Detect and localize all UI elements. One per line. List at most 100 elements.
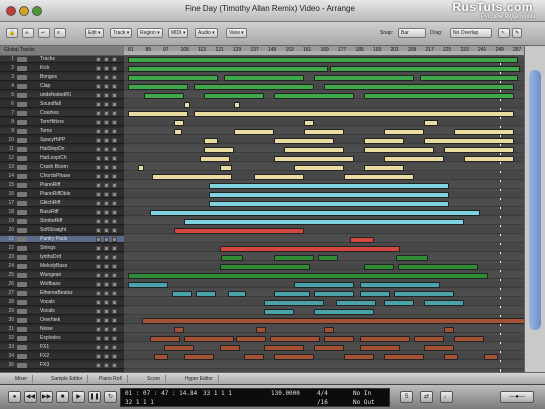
arrange-region[interactable]	[274, 156, 354, 162]
arrange-region[interactable]	[454, 336, 484, 342]
arrange-region[interactable]	[128, 57, 518, 63]
arrange-region[interactable]	[324, 84, 514, 90]
track-name[interactable]: StrobeRiff	[40, 218, 90, 224]
track-header[interactable]: 5 undefeated/Kl	[0, 92, 124, 99]
mute-button[interactable]	[96, 138, 101, 143]
track-name[interactable]: FX3	[40, 362, 90, 368]
track-header[interactable]: 13 Crash Boom	[0, 164, 124, 171]
track-header[interactable]: 8 TomHitters	[0, 119, 124, 126]
edit-menu[interactable]: Edit ▾	[85, 28, 104, 38]
record-arm-button[interactable]	[112, 336, 117, 341]
track-name[interactable]: Overhtek	[40, 317, 90, 323]
mute-button[interactable]	[96, 201, 101, 206]
track-name[interactable]: HatLoop/Ch	[40, 155, 90, 161]
record-arm-button[interactable]	[112, 273, 117, 278]
mute-button[interactable]	[96, 318, 101, 323]
track-header[interactable]: 32 Explodes	[0, 335, 124, 342]
record-arm-button[interactable]	[112, 138, 117, 143]
record-icon[interactable]: ●	[8, 391, 21, 403]
arrange-region[interactable]	[244, 354, 264, 360]
solo-button[interactable]	[104, 147, 109, 152]
vertical-scrollbar[interactable]	[524, 46, 545, 372]
track-name[interactable]: undefeated/Kl	[40, 92, 90, 98]
arrange-region[interactable]	[172, 291, 192, 297]
mute-button[interactable]	[96, 66, 101, 71]
arrange-region[interactable]	[236, 336, 266, 342]
arrange-region[interactable]	[394, 291, 454, 297]
solo-button[interactable]	[104, 138, 109, 143]
solo-button[interactable]	[104, 264, 109, 269]
solo-button[interactable]	[104, 156, 109, 161]
lock-icon[interactable]: 🔒	[6, 28, 18, 38]
track-header[interactable]: 19 StrobeRiff	[0, 218, 124, 225]
arrange-region[interactable]	[150, 210, 480, 216]
track-header[interactable]: 17 GlitchRiff	[0, 200, 124, 207]
track-name[interactable]: PianoRiffDble	[40, 191, 90, 197]
arrange-region[interactable]	[184, 354, 214, 360]
record-arm-button[interactable]	[112, 183, 117, 188]
track-header[interactable]: 31 Noise	[0, 326, 124, 333]
solo-button[interactable]	[104, 183, 109, 188]
track-header[interactable]: 24 MelodyBass	[0, 263, 124, 270]
bar-ruler[interactable]: 81 89 97 105 113 121 129 137 145 153 161 169 177 185 1…	[124, 46, 524, 56]
track-name[interactable]: Crashes	[40, 110, 90, 116]
mute-button[interactable]	[96, 219, 101, 224]
arrange-region[interactable]	[314, 291, 354, 297]
mute-button[interactable]	[96, 183, 101, 188]
arrange-region[interactable]	[444, 327, 454, 333]
record-arm-button[interactable]	[112, 318, 117, 323]
mute-button[interactable]	[96, 174, 101, 179]
solo-button[interactable]	[104, 111, 109, 116]
mute-button[interactable]	[96, 282, 101, 287]
arrange-region[interactable]	[174, 327, 184, 333]
mute-button[interactable]	[96, 246, 101, 251]
track-header[interactable]: 6 Soundfall	[0, 101, 124, 108]
solo-button[interactable]	[104, 354, 109, 359]
track-header[interactable]: 9 Toms	[0, 128, 124, 135]
track-name[interactable]: Clap	[40, 83, 90, 89]
bottom-button-hyper-editor[interactable]: Hyper Editor	[180, 375, 219, 383]
solo-button[interactable]	[104, 327, 109, 332]
arrange-region[interactable]	[220, 345, 240, 351]
record-arm-button[interactable]	[112, 57, 117, 62]
midi-menu[interactable]: MIDI ▾	[168, 28, 189, 38]
arrange-region[interactable]	[128, 84, 188, 90]
track-header[interactable]: 1 Tracks	[0, 56, 124, 63]
arrange-region[interactable]	[360, 282, 440, 288]
record-arm-button[interactable]	[112, 300, 117, 305]
mute-button[interactable]	[96, 336, 101, 341]
arrange-region[interactable]	[424, 138, 514, 144]
mute-button[interactable]	[96, 327, 101, 332]
arrange-region[interactable]	[344, 174, 414, 180]
arrange-region[interactable]	[204, 138, 218, 144]
arrange-region[interactable]	[234, 129, 274, 135]
record-arm-button[interactable]	[112, 210, 117, 215]
track-name[interactable]: GlitchRiff	[40, 200, 90, 206]
mute-button[interactable]	[96, 120, 101, 125]
arrange-region[interactable]	[164, 345, 194, 351]
audio-menu[interactable]: Audio ▾	[195, 28, 218, 38]
track-header[interactable]: 30 Overhtek	[0, 317, 124, 324]
record-arm-button[interactable]	[112, 309, 117, 314]
drag-select[interactable]: No Overlap	[450, 28, 492, 38]
arrange-region[interactable]	[314, 345, 344, 351]
arrange-region[interactable]	[128, 111, 188, 117]
track-name[interactable]: Vocals	[40, 299, 90, 305]
catch-icon[interactable]: ↩	[38, 28, 50, 38]
forward-icon[interactable]: ▶▶	[40, 391, 53, 403]
arrange-region[interactable]	[184, 219, 464, 225]
link-icon[interactable]: ∞	[22, 28, 34, 38]
arrange-region[interactable]	[264, 300, 324, 306]
solo-button[interactable]	[104, 120, 109, 125]
track-name[interactable]: SoftStraight	[40, 227, 90, 233]
track-header[interactable]: 18 BassRiff	[0, 209, 124, 216]
arrange-region[interactable]	[314, 309, 374, 315]
mute-button[interactable]	[96, 111, 101, 116]
arrange-region[interactable]	[221, 255, 243, 261]
arrange-region[interactable]	[209, 192, 449, 198]
arrange-region[interactable]	[484, 354, 498, 360]
track-header[interactable]: 21 Pantry Pads	[0, 236, 124, 243]
record-arm-button[interactable]	[112, 363, 117, 368]
arrange-region[interactable]	[364, 138, 404, 144]
mute-button[interactable]	[96, 210, 101, 215]
